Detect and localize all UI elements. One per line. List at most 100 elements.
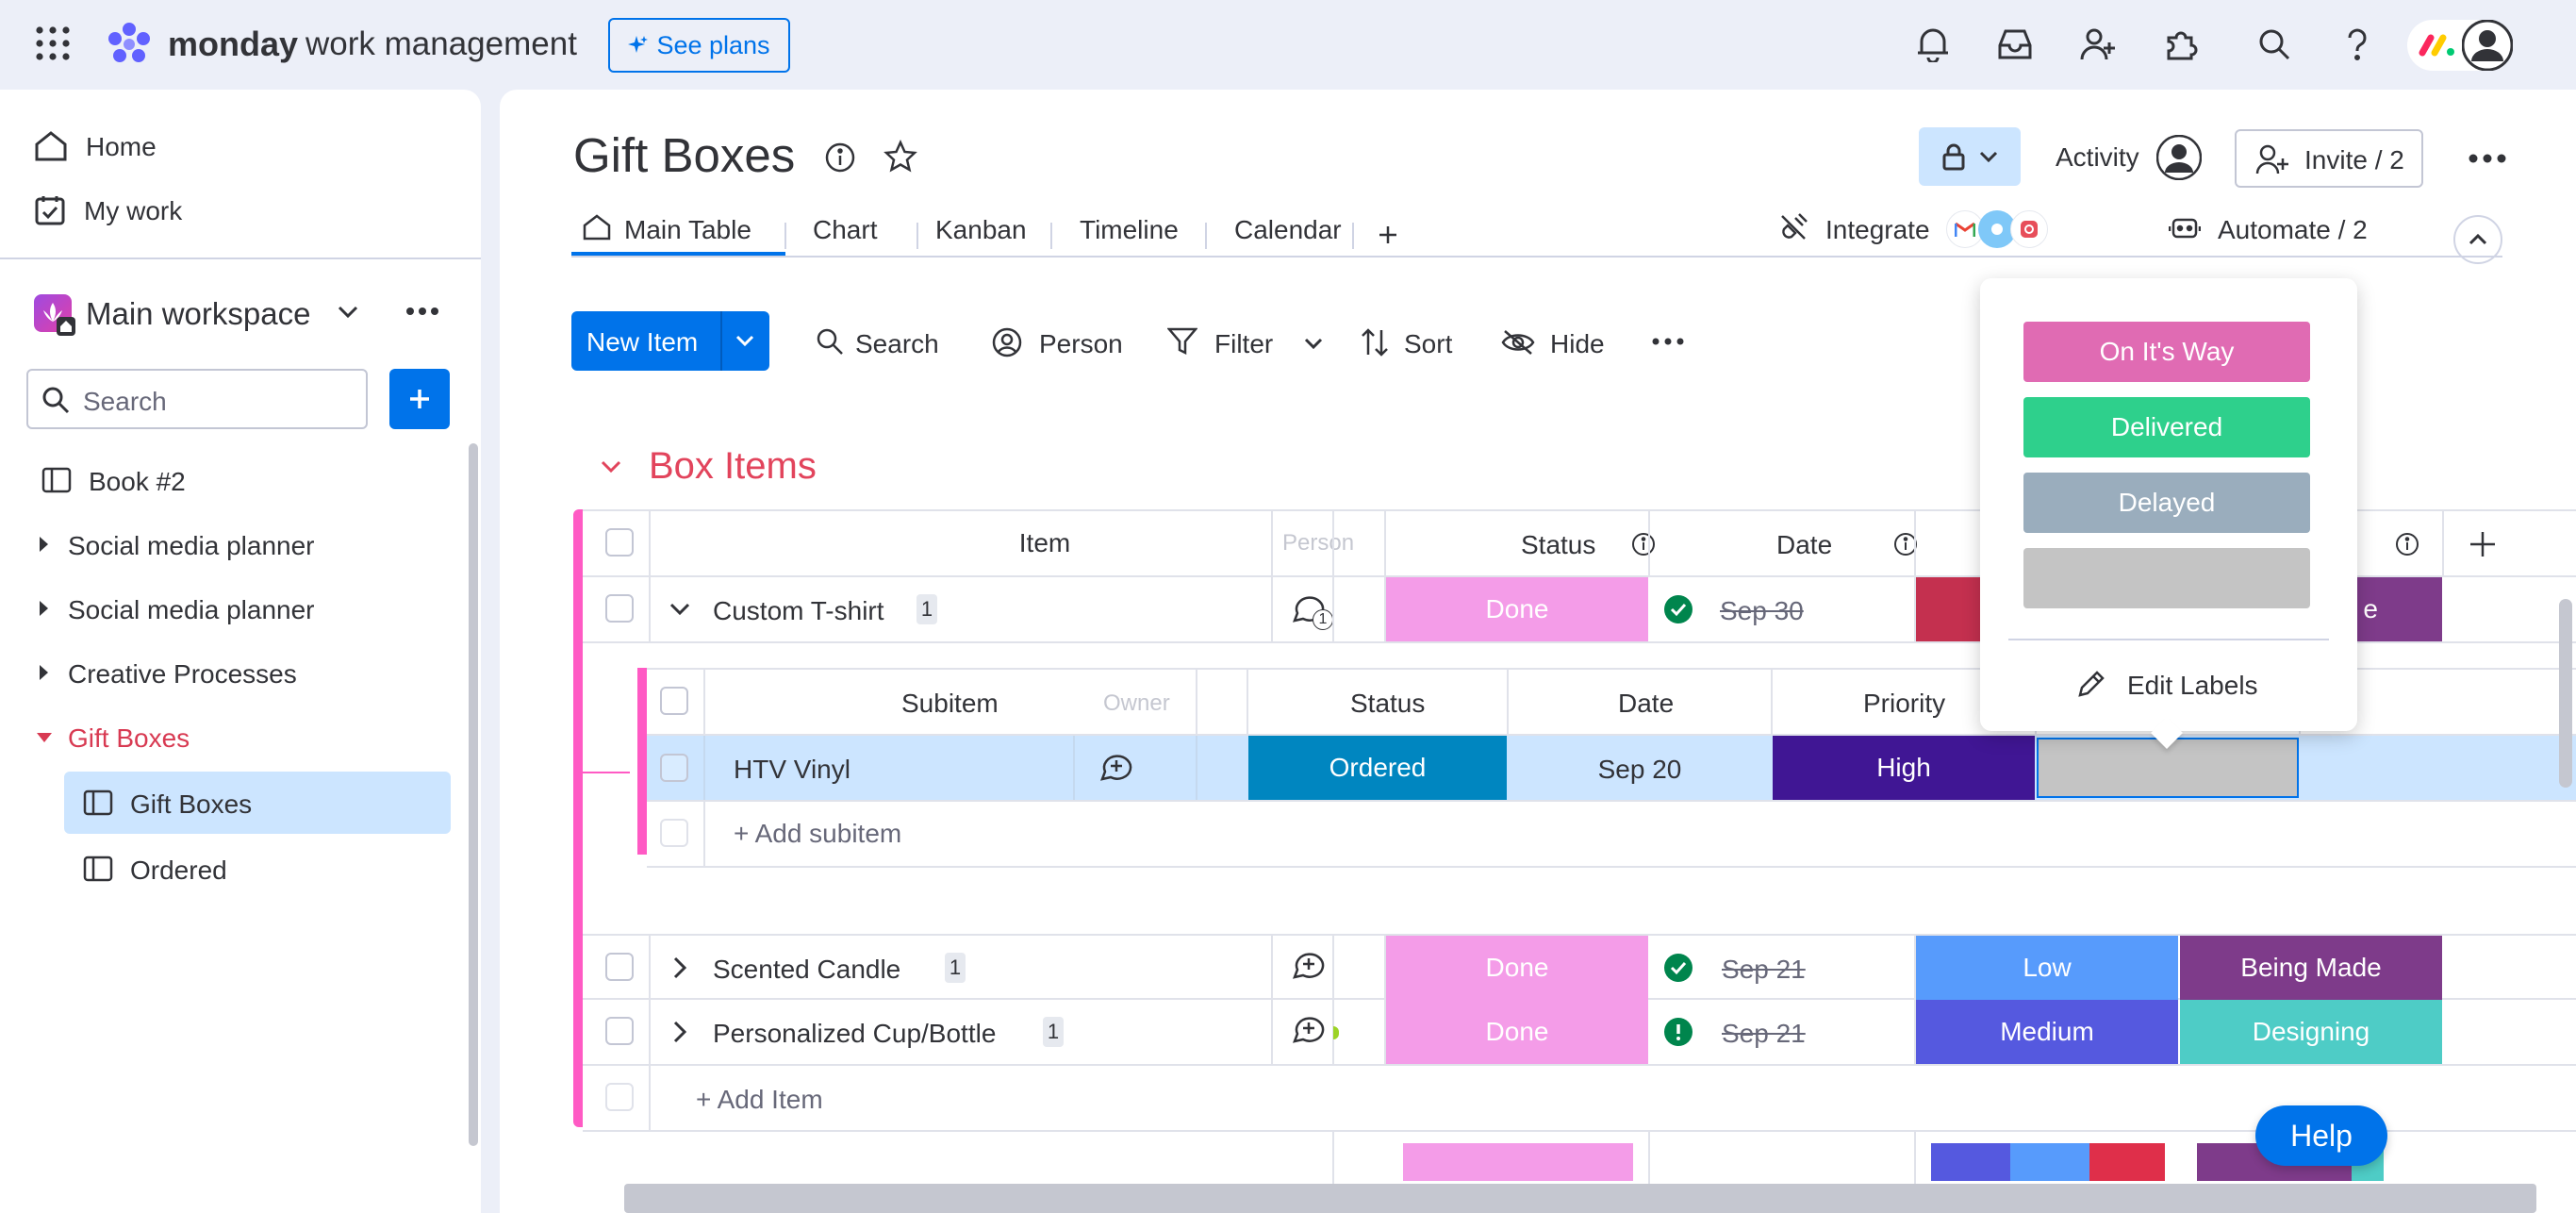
column-header-subitem[interactable]: Subitem [901, 689, 999, 719]
status-cell[interactable]: Done [1386, 577, 1648, 641]
column-header-status[interactable]: Status [1350, 689, 1425, 719]
row-checkbox[interactable] [605, 594, 634, 623]
add-subitem-row[interactable]: + Add subitem [647, 802, 2576, 868]
avatar[interactable] [2462, 20, 2513, 71]
subitem-count-badge[interactable]: 1 [1043, 1017, 1064, 1047]
label-option-on-its-way[interactable]: On It's Way [2023, 322, 2310, 382]
toolbar-search[interactable]: Search [816, 316, 948, 367]
board-more-icon[interactable] [2469, 154, 2506, 163]
column-info-icon[interactable] [1631, 532, 1656, 557]
priority-summary-critical[interactable] [2089, 1143, 2165, 1181]
horizontal-scrollbar[interactable] [624, 1184, 2536, 1213]
add-view-icon[interactable] [1378, 224, 1398, 245]
table-row[interactable]: Scented Candle 1 Done Sep 21 Low Being M… [583, 934, 2576, 1000]
chevron-right-icon[interactable] [673, 956, 686, 979]
sidebar-item-book[interactable]: Book #2 [34, 457, 449, 505]
tab-main-table[interactable]: Main Table [571, 201, 785, 256]
subitem-status-cell[interactable]: Ordered [1248, 736, 1507, 800]
subitem-checkbox[interactable] [660, 754, 688, 782]
integrate-button[interactable]: Integrate [1778, 201, 2061, 256]
monday-products-switcher[interactable] [2407, 20, 2513, 71]
sidebar-item-gift-boxes-board[interactable]: Gift Boxes [64, 772, 451, 834]
item-name[interactable]: Personalized Cup/Bottle [713, 1019, 996, 1049]
group-collapse-chevron-icon[interactable] [600, 459, 622, 474]
item-name[interactable]: Custom T-shirt [713, 596, 884, 626]
column-header-priority[interactable]: Priority [1863, 689, 1945, 719]
apps-grid-icon[interactable] [34, 25, 72, 62]
label-option-delivered[interactable]: Delivered [2023, 397, 2310, 457]
add-item-input[interactable]: + Add Item [696, 1085, 823, 1115]
chevron-down-icon[interactable] [669, 603, 690, 616]
info-icon[interactable] [824, 141, 856, 174]
activity-label[interactable]: Activity [2056, 142, 2139, 173]
workspace-selector[interactable]: Main workspace [34, 292, 373, 340]
stage-cell[interactable]: Being Made [2180, 936, 2442, 1000]
help-button[interactable]: Help [2255, 1105, 2387, 1166]
sidebar-folder-social-media[interactable]: Social media planner [34, 522, 449, 569]
help-question-icon[interactable] [2338, 25, 2376, 63]
column-info-icon[interactable] [2395, 532, 2419, 557]
board-lock-button[interactable] [1919, 127, 2021, 186]
select-all-checkbox[interactable] [605, 528, 634, 557]
chevron-down-icon[interactable] [1304, 338, 1323, 349]
invite-members-icon[interactable] [2079, 25, 2117, 63]
board-title[interactable]: Gift Boxes [573, 127, 795, 183]
priority-cell[interactable]: Low [1916, 936, 2178, 1000]
date-cell[interactable]: Sep 30 [1720, 596, 1804, 626]
tab-timeline[interactable]: Timeline [1080, 215, 1179, 245]
column-header-owner[interactable]: Owner [1103, 690, 1170, 717]
group-title[interactable]: Box Items [649, 445, 817, 488]
toolbar-sort[interactable]: Sort [1360, 316, 1473, 367]
star-icon[interactable] [883, 140, 917, 174]
subitem-date-cell[interactable]: Sep 20 [1509, 755, 1771, 785]
add-board-button[interactable] [389, 369, 450, 429]
sidebar-search-input[interactable]: Search [26, 369, 368, 429]
add-update-icon[interactable] [1290, 1011, 1328, 1049]
sidebar-folder-social-media-2[interactable]: Social media planner [34, 586, 449, 633]
vertical-scrollbar[interactable] [2559, 599, 2572, 788]
activity-avatar[interactable] [2156, 135, 2202, 180]
workspace-more-icon[interactable] [405, 307, 439, 316]
invite-button[interactable]: Invite / 2 [2235, 129, 2423, 188]
add-update-icon[interactable] [1290, 947, 1328, 985]
label-option-delayed[interactable]: Delayed [2023, 473, 2310, 533]
toolbar-person-filter[interactable]: Person [992, 316, 1143, 367]
apps-puzzle-icon[interactable] [2162, 25, 2200, 63]
status-cell[interactable]: Done [1386, 936, 1648, 1000]
sidebar-item-ordered-board[interactable]: Ordered [64, 840, 451, 897]
tab-kanban[interactable]: Kanban [935, 215, 1027, 245]
chevron-down-icon[interactable] [735, 335, 754, 346]
table-row[interactable]: Personalized Cup/Bottle 1 Done Sep 21 Me… [583, 1000, 2576, 1066]
notifications-bell-icon[interactable] [1914, 25, 1952, 63]
new-item-button[interactable]: New Item [571, 311, 769, 371]
toolbar-filter[interactable]: Filter [1167, 316, 1323, 367]
sidebar-item-my-work[interactable]: My work [34, 187, 449, 234]
item-name[interactable]: Scented Candle [713, 955, 900, 985]
row-checkbox[interactable] [605, 1017, 634, 1045]
label-option-blank[interactable] [2023, 548, 2310, 608]
priority-summary-low[interactable] [2010, 1143, 2089, 1181]
column-header-status[interactable]: Status [1521, 530, 1595, 560]
status-cell[interactable]: Done [1386, 1000, 1648, 1064]
date-cell[interactable]: Sep 21 [1722, 955, 1806, 985]
chevron-right-icon[interactable] [673, 1021, 686, 1043]
select-all-subitems-checkbox[interactable] [660, 687, 688, 715]
toolbar-more-icon[interactable] [1652, 338, 1684, 345]
automate-button[interactable]: Automate / 2 [2169, 201, 2404, 256]
column-header-person[interactable]: Person [1282, 530, 1354, 557]
status-summary-bar[interactable] [1403, 1143, 1633, 1181]
priority-summary-medium[interactable] [1931, 1143, 2010, 1181]
tab-calendar[interactable]: Calendar [1234, 215, 1342, 245]
collapse-header-icon[interactable] [2453, 215, 2502, 264]
add-column-icon[interactable] [2469, 530, 2497, 558]
edit-labels-button[interactable]: Edit Labels [2074, 659, 2282, 706]
column-header-date[interactable]: Date [1618, 689, 1674, 719]
add-subitem-input[interactable]: + Add subitem [734, 819, 901, 849]
see-plans-button[interactable]: See plans [608, 18, 790, 73]
search-icon[interactable] [2255, 25, 2293, 63]
sidebar-folder-creative[interactable]: Creative Processes [34, 650, 449, 697]
sidebar-scrollbar[interactable] [469, 443, 478, 1146]
add-update-icon[interactable] [1098, 749, 1135, 787]
subitem-priority-cell[interactable]: High [1773, 736, 2035, 800]
sidebar-folder-gift-boxes[interactable]: Gift Boxes [34, 714, 449, 761]
